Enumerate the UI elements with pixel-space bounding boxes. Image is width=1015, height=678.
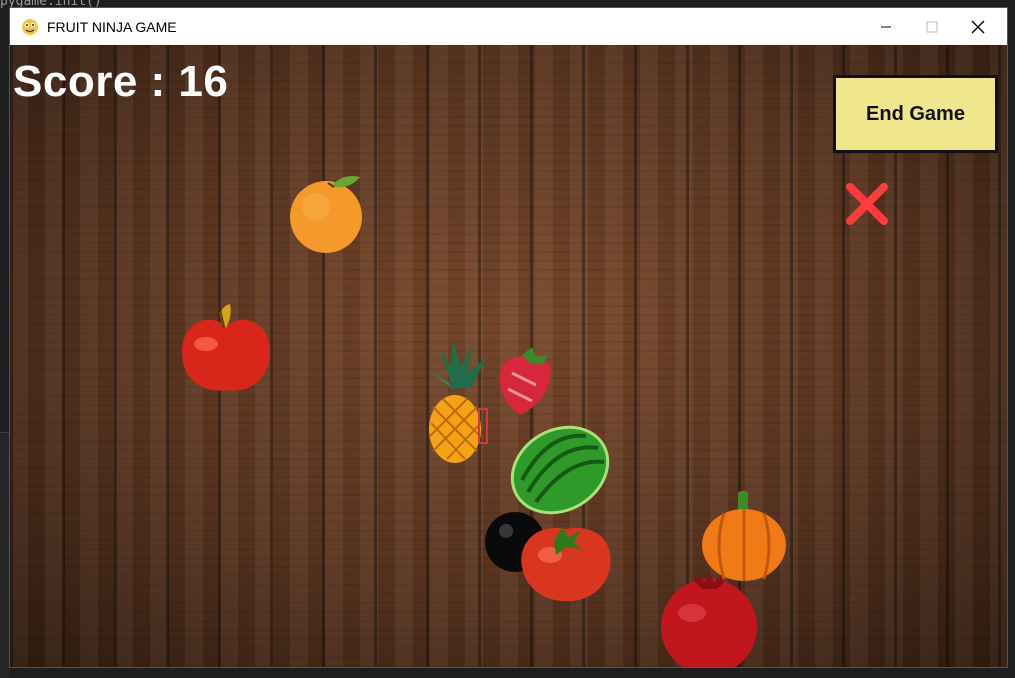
window-title: FRUIT NINJA GAME xyxy=(47,18,177,35)
watermelon-icon[interactable] xyxy=(508,422,612,518)
strike-x-icon xyxy=(846,183,888,225)
title-bar: FRUIT NINJA GAME xyxy=(10,8,1007,45)
pygame-snake-icon xyxy=(22,18,38,35)
strawberry-icon[interactable] xyxy=(492,345,558,419)
apple-icon[interactable] xyxy=(178,300,274,398)
close-icon xyxy=(971,20,985,33)
game-window: FRUIT NINJA GAME Score : 16 End Game xyxy=(9,7,1008,668)
end-game-button[interactable]: End Game xyxy=(833,75,998,153)
pineapple-icon[interactable] xyxy=(419,337,499,465)
score-label: Score : xyxy=(13,57,179,106)
close-button[interactable] xyxy=(955,8,1001,45)
score-display: Score : 16 xyxy=(13,57,228,107)
maximize-icon xyxy=(926,21,938,32)
pumpkin-icon[interactable] xyxy=(700,487,788,583)
minimize-button[interactable] xyxy=(863,8,909,45)
orange-icon[interactable] xyxy=(288,171,370,253)
game-canvas[interactable]: Score : 16 End Game xyxy=(10,45,1007,667)
pomegranate-icon[interactable] xyxy=(658,573,760,667)
minimize-icon xyxy=(881,26,891,27)
maximize-button[interactable] xyxy=(909,8,955,45)
score-value: 16 xyxy=(178,57,229,106)
tomato-icon[interactable] xyxy=(516,515,616,605)
